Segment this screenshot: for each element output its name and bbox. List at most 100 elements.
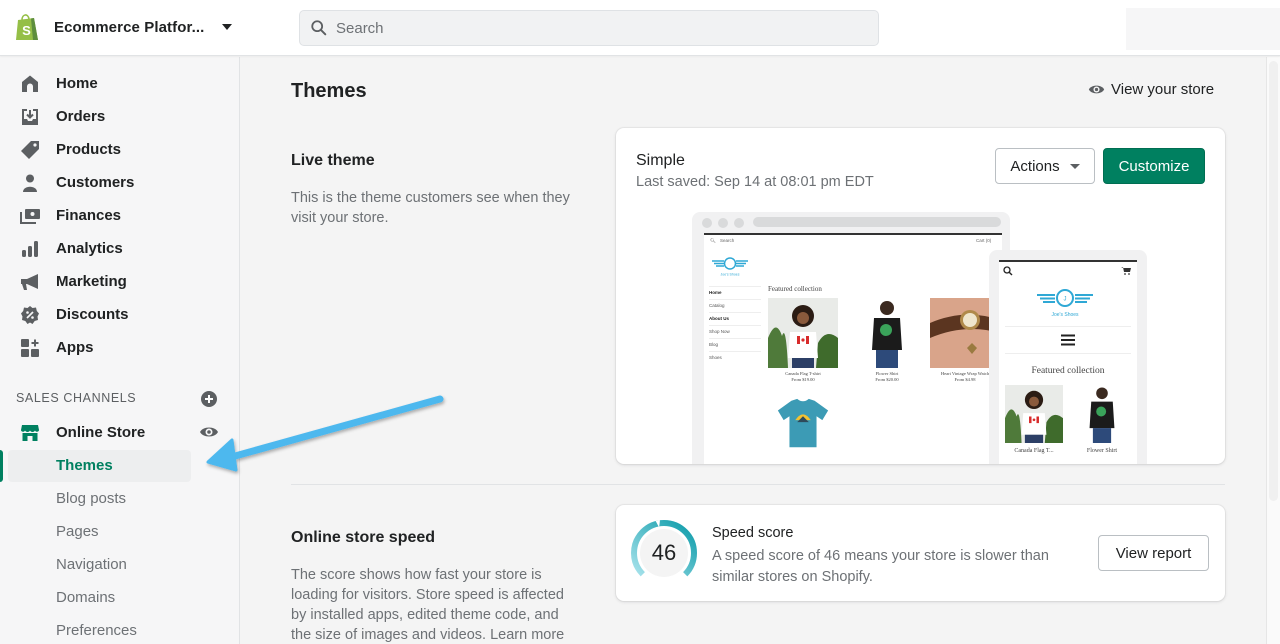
sidebar-item-label: Products: [56, 141, 122, 158]
preview-featured-title: Featured collection: [1031, 366, 1105, 376]
top-bar: S Ecommerce Platfor...: [0, 0, 1280, 56]
store-logo-icon: J Joe's Shoes: [1037, 289, 1093, 318]
store-logo-icon: Joe's Shoes: [712, 257, 748, 277]
product-image-flower-shirt: [1073, 385, 1131, 443]
sidebar-item-label: Finances: [56, 207, 122, 224]
sidebar-item-customers[interactable]: Customers: [0, 166, 240, 199]
sidebar-subitem-domains[interactable]: Domains: [0, 582, 240, 614]
actions-label: Actions: [1010, 157, 1060, 175]
preview-cart-icon: [1121, 267, 1131, 275]
product-image-canada-tshirt: [1005, 385, 1063, 443]
sidebar-item-discounts[interactable]: Discounts: [0, 298, 240, 331]
view-your-store-label: View your store: [1111, 81, 1215, 98]
product-image-canada-tshirt: [768, 298, 838, 368]
sidebar-item-label: Apps: [56, 339, 94, 356]
page-scrollbar[interactable]: [1266, 57, 1280, 644]
theme-name: Simple: [636, 152, 685, 169]
sidebar-item-label: Online Store: [56, 424, 146, 441]
add-sales-channel-icon[interactable]: [200, 390, 218, 408]
view-online-store-eye-icon[interactable]: [199, 423, 219, 441]
tag-icon: [20, 140, 40, 160]
sidebar-item-label: Analytics: [56, 240, 123, 257]
preview-search-icon: 🔍︎: [710, 238, 716, 243]
store-icon: [20, 423, 40, 443]
mobile-theme-preview: J Joe's Shoes Featured collection Canada…: [989, 250, 1147, 464]
sidebar-item-marketing[interactable]: Marketing: [0, 265, 240, 298]
svg-text:Joe's Shoes: Joe's Shoes: [721, 273, 740, 277]
store-switcher[interactable]: S Ecommerce Platfor...: [14, 12, 233, 42]
live-theme-description: This is the theme customers see when the…: [291, 190, 570, 226]
preview-nav-item: Shoes: [709, 351, 761, 364]
sidebar-subitem-preferences[interactable]: Preferences: [0, 615, 240, 644]
product-name: Flower Shirt: [1086, 448, 1118, 454]
live-theme-card: Simple Last saved: Sep 14 at 08:01 pm ED…: [616, 128, 1225, 464]
product-caption: Flower Shirt From $20.00: [852, 371, 922, 383]
product-image-blue-tshirt: [777, 398, 829, 448]
person-icon: [20, 173, 40, 193]
speed-score-value: 46: [651, 540, 677, 565]
product-image-flower-shirt: [852, 298, 922, 368]
sidebar-item-label: Orders: [56, 108, 106, 125]
search-icon: [311, 20, 327, 36]
svg-text:S: S: [22, 23, 31, 38]
window-dot: [702, 218, 712, 228]
search-input[interactable]: [336, 19, 836, 37]
customize-button[interactable]: Customize: [1103, 148, 1205, 184]
logo-text: Joe's Shoes: [1051, 312, 1079, 318]
sidebar-item-home[interactable]: Home: [0, 67, 240, 100]
scrollbar-thumb[interactable]: [1269, 61, 1278, 501]
sidebar-subitem-blog-posts[interactable]: Blog posts: [0, 483, 240, 515]
preview-divider: [1005, 353, 1131, 354]
sidebar-subitem-label: Themes: [56, 457, 113, 474]
preview-search-text: Search: [720, 238, 735, 243]
sidebar-item-finances[interactable]: Finances: [0, 199, 240, 232]
arrow-shape: [206, 395, 444, 472]
preview-nav: Home Catalog About Us Shop Now Blog Shoe…: [709, 286, 761, 364]
preview-nav-item: About Us: [709, 312, 761, 325]
theme-last-saved: Last saved: Sep 14 at 08:01 pm EDT: [636, 174, 874, 190]
sidebar-subitem-label: Navigation: [56, 556, 127, 573]
view-report-button[interactable]: View report: [1098, 535, 1209, 571]
product-price: From $20.00: [875, 377, 899, 382]
speed-score-description: A speed score of 46 means your store is …: [712, 548, 1049, 585]
window-dot: [734, 218, 744, 228]
sidebar-item-apps[interactable]: Apps: [0, 331, 240, 364]
bar-chart-icon: [20, 239, 40, 259]
online-store-speed-heading: Online store speed: [291, 529, 436, 546]
sidebar-item-label: Customers: [56, 174, 135, 191]
sidebar-item-analytics[interactable]: Analytics: [0, 232, 240, 265]
sidebar-item-products[interactable]: Products: [0, 133, 240, 166]
actions-dropdown-button[interactable]: Actions: [995, 148, 1095, 184]
shopify-logo-icon: S: [16, 14, 38, 40]
sales-channels-heading: SALES CHANNELS: [16, 391, 137, 405]
home-icon: [20, 74, 40, 94]
preview-url-bar: [753, 217, 1001, 227]
megaphone-icon: [20, 272, 40, 292]
sidebar-subitem-label: Pages: [56, 523, 99, 540]
desktop-preview-screen: 🔍︎ Search Cart (0) Joe's Shoes Home Cata…: [704, 233, 1002, 464]
sidebar-item-label: Home: [56, 75, 98, 92]
orders-icon: [20, 107, 40, 127]
discount-icon: [20, 305, 40, 325]
live-theme-heading: Live theme: [291, 152, 375, 169]
sidebar-subitem-themes[interactable]: Themes: [0, 450, 240, 482]
user-menu-placeholder[interactable]: [1126, 8, 1280, 50]
view-your-store-link[interactable]: View your store: [1088, 81, 1214, 98]
caret-down-icon: [222, 24, 233, 30]
product-name: Canada Flag T...: [1014, 448, 1054, 454]
sidebar-subitem-label: Blog posts: [56, 490, 127, 507]
preview-divider: [1005, 326, 1131, 327]
section-divider: [291, 484, 1225, 485]
search-bar[interactable]: [299, 10, 879, 46]
preview-cart-text: Cart (0): [976, 238, 992, 243]
sidebar-subitem-navigation[interactable]: Navigation: [0, 549, 240, 581]
sidebar-subitem-pages[interactable]: Pages: [0, 516, 240, 548]
speed-score-title: Speed score: [712, 525, 794, 541]
online-store-speed-description: The score shows how fast your store is l…: [291, 567, 565, 643]
sidebar-item-label: Discounts: [56, 306, 129, 323]
desktop-theme-preview: 🔍︎ Search Cart (0) Joe's Shoes Home Cata…: [692, 212, 1010, 464]
sidebar-subitem-label: Domains: [56, 589, 116, 606]
sidebar-item-orders[interactable]: Orders: [0, 100, 240, 133]
preview-featured-title: Featured collection: [768, 285, 822, 293]
sidebar-item-label: Marketing: [56, 273, 127, 290]
